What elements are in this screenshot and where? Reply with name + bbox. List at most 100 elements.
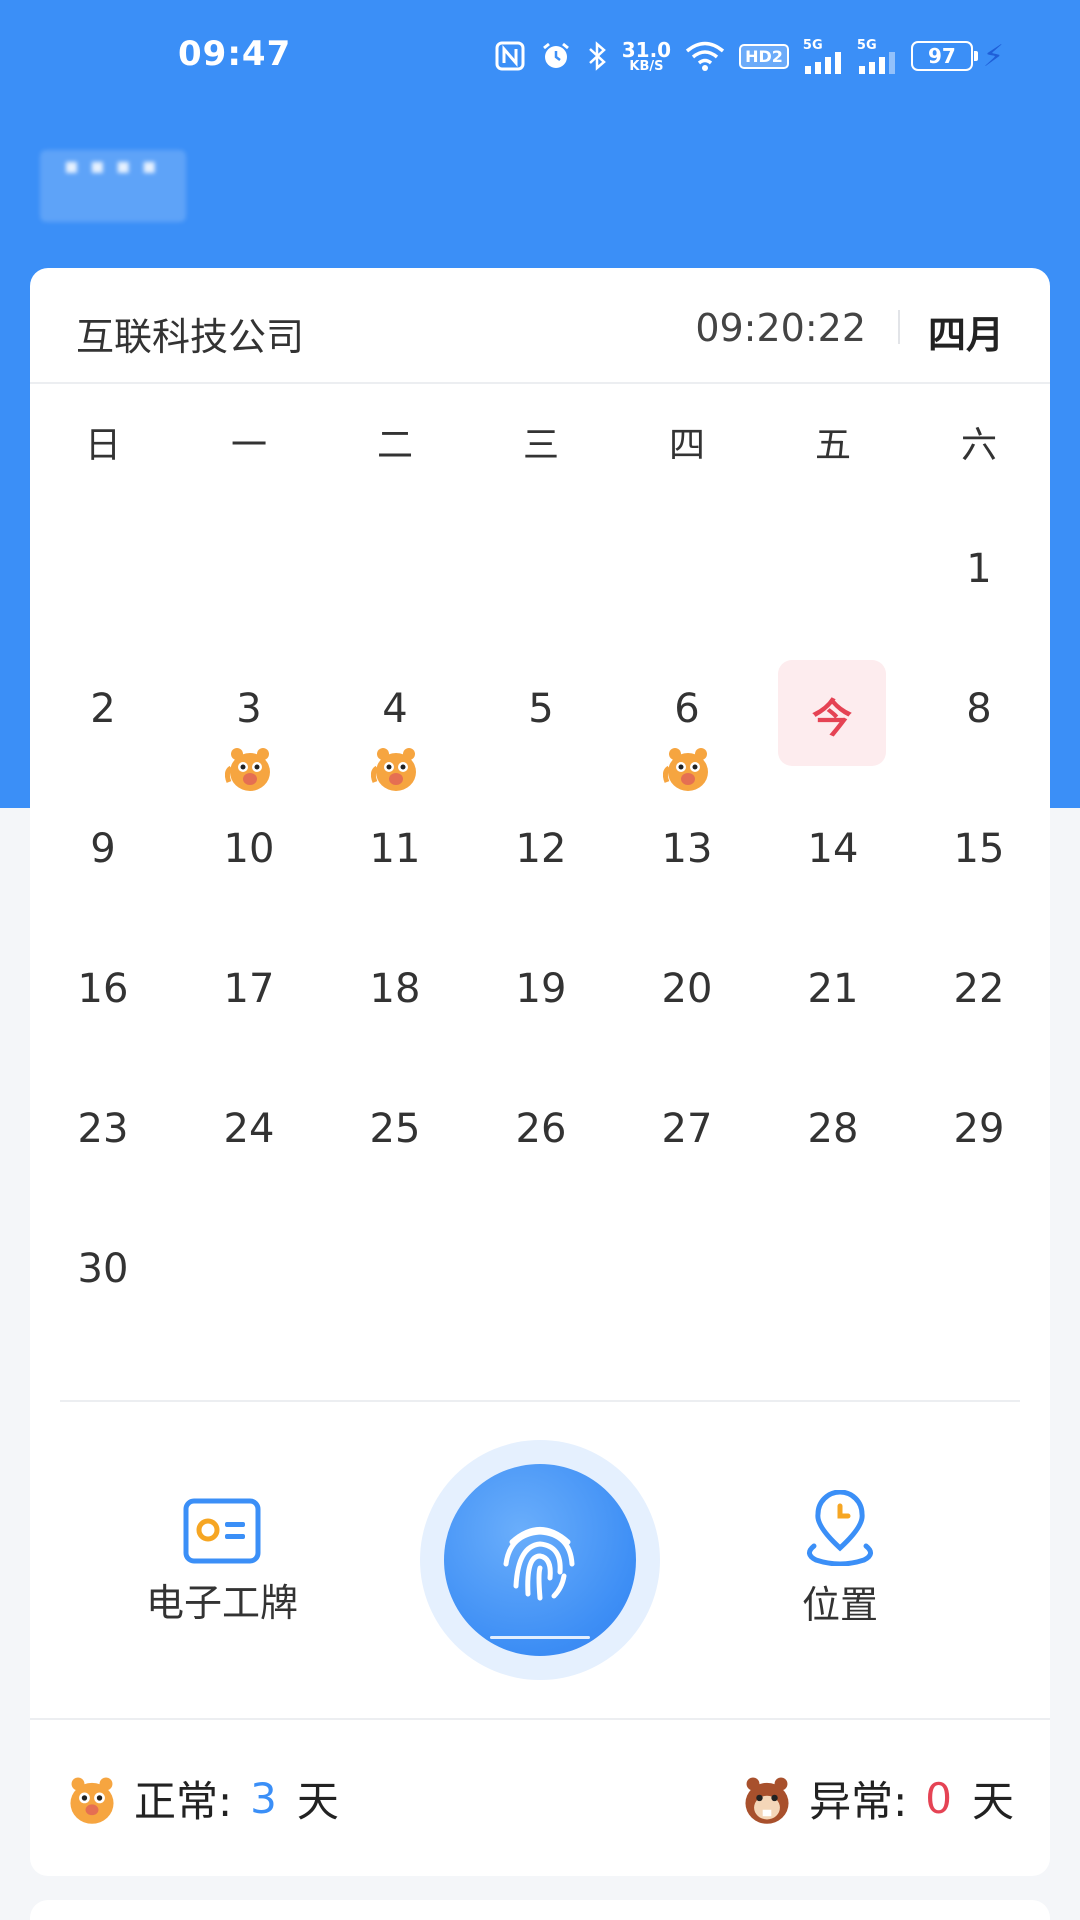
location-label: 位置 [801,1583,878,1627]
today-label: 今 [812,696,852,742]
alarm-icon [540,40,572,72]
calendar-day[interactable]: 20 [614,950,760,1080]
day-number: 5 [528,686,554,732]
calendar-day[interactable]: 21 [760,950,906,1080]
day-number: 12 [515,826,567,872]
calendar-day[interactable]: 3 [176,670,322,800]
calendar-day[interactable]: 11 [322,810,468,940]
status-bar: 09:47 31.0 KB/S HD2 5G 5G 97 ⚡ [0,0,1080,110]
scan-line [490,1636,590,1639]
mascot-checkin-icon [663,748,708,791]
day-number: 22 [953,966,1005,1012]
calendar-day[interactable]: 5 [468,670,614,800]
stats-divider [30,1718,1050,1720]
abnormal-label: 异常: [809,1777,908,1826]
weekday-label: 一 [230,425,267,466]
normal-count: 3 [250,1774,277,1823]
day-number: 18 [369,966,421,1012]
mascot-normal-icon [70,1776,114,1824]
battery-icon: 97 [910,41,978,71]
calendar-day[interactable]: 22 [906,950,1052,1080]
weekday-label: 日 [84,425,121,466]
day-number: 23 [77,1106,129,1152]
company-name: 互联科技公司 [76,315,305,359]
calendar-day[interactable]: 13 [614,810,760,940]
day-number: 15 [953,826,1005,872]
fingerprint-icon [503,1527,575,1601]
day-number: 1 [966,546,992,592]
weekday-label: 六 [960,425,997,466]
calendar-day-today[interactable]: 今 [760,660,906,800]
calendar-day[interactable]: 9 [30,810,176,940]
day-number: 29 [953,1106,1005,1152]
weekday-header: 日一二三四五六 [30,416,1050,476]
calendar-day[interactable]: 19 [468,950,614,1080]
calendar-day[interactable]: 12 [468,810,614,940]
calendar-day[interactable]: 18 [322,950,468,1080]
hd-badge: HD2 [739,43,789,69]
user-name-blurred: ▪ ▪ ▪ ▪ [40,150,186,222]
normal-label: 正常: [134,1777,233,1826]
signal-icon: 5G [857,39,897,74]
calendar-day[interactable]: 8 [906,670,1052,800]
day-number: 11 [369,826,421,872]
day-number: 9 [90,826,116,872]
badge-icon [183,1498,261,1564]
normal-unit: 天 [296,1777,339,1826]
day-number: 10 [223,826,275,872]
attendance-card: 互联科技公司 09:20:22 四月 日一二三四五六 1 2 3 4 5 6 今 8 9 10 11… [30,268,1050,1876]
calendar-day[interactable]: 24 [176,1090,322,1220]
day-number: 24 [223,1106,275,1152]
calendar-day[interactable]: 29 [906,1090,1052,1220]
calendar-day[interactable]: 28 [760,1090,906,1220]
charging-icon: ⚡ [982,38,1004,74]
day-number: 6 [674,686,700,732]
calendar-day[interactable]: 26 [468,1090,614,1220]
location-button[interactable]: 位置 [775,1490,905,1629]
weekday-label: 五 [814,425,851,466]
abnormal-count: 0 [925,1774,952,1823]
month-selector[interactable]: 四月 [928,304,1004,359]
calendar-day[interactable]: 14 [760,810,906,940]
mascot-abnormal-icon [745,1776,789,1824]
calendar-day[interactable]: 23 [30,1090,176,1220]
calendar-day[interactable]: 6 [614,670,760,800]
day-number: 17 [223,966,275,1012]
day-number: 27 [661,1106,713,1152]
day-number: 28 [807,1106,859,1152]
day-number: 20 [661,966,713,1012]
signal-icon: 5G [803,39,843,74]
bluetooth-icon [586,40,608,72]
mascot-checkin-icon [225,748,270,791]
today-highlight: 今 [778,660,886,766]
wifi-icon [685,40,725,72]
calendar-day[interactable]: 1 [906,530,1052,660]
day-number: 13 [661,826,713,872]
abnormal-unit: 天 [971,1777,1014,1826]
day-number: 3 [236,686,262,732]
punch-button[interactable] [444,1464,636,1656]
calendar-day[interactable]: 2 [30,670,176,800]
calendar-day[interactable]: 17 [176,950,322,1080]
badge-button[interactable]: 电子工牌 [142,1498,302,1627]
calendar-day[interactable]: 10 [176,810,322,940]
mascot-checkin-icon [371,748,416,791]
day-number: 2 [90,686,116,732]
calendar-day[interactable]: 30 [30,1230,176,1360]
status-icons: 31.0 KB/S HD2 5G 5G 97 ⚡ [494,34,1004,78]
day-number: 14 [807,826,859,872]
day-number: 19 [515,966,567,1012]
calendar-day[interactable]: 27 [614,1090,760,1220]
calendar-day[interactable]: 25 [322,1090,468,1220]
card-header: 互联科技公司 09:20:22 四月 [30,268,1050,384]
location-icon [807,1490,873,1566]
day-number: 26 [515,1106,567,1152]
calendar-day[interactable]: 4 [322,670,468,800]
current-time: 09:20:22 [695,306,866,350]
header-divider [898,310,900,344]
calendar-day[interactable]: 15 [906,810,1052,940]
calendar-day[interactable]: 16 [30,950,176,1080]
normal-stat: 正常: 3 天 [64,1768,339,1829]
nfc-icon [494,40,526,72]
weekday-label: 三 [522,425,559,466]
